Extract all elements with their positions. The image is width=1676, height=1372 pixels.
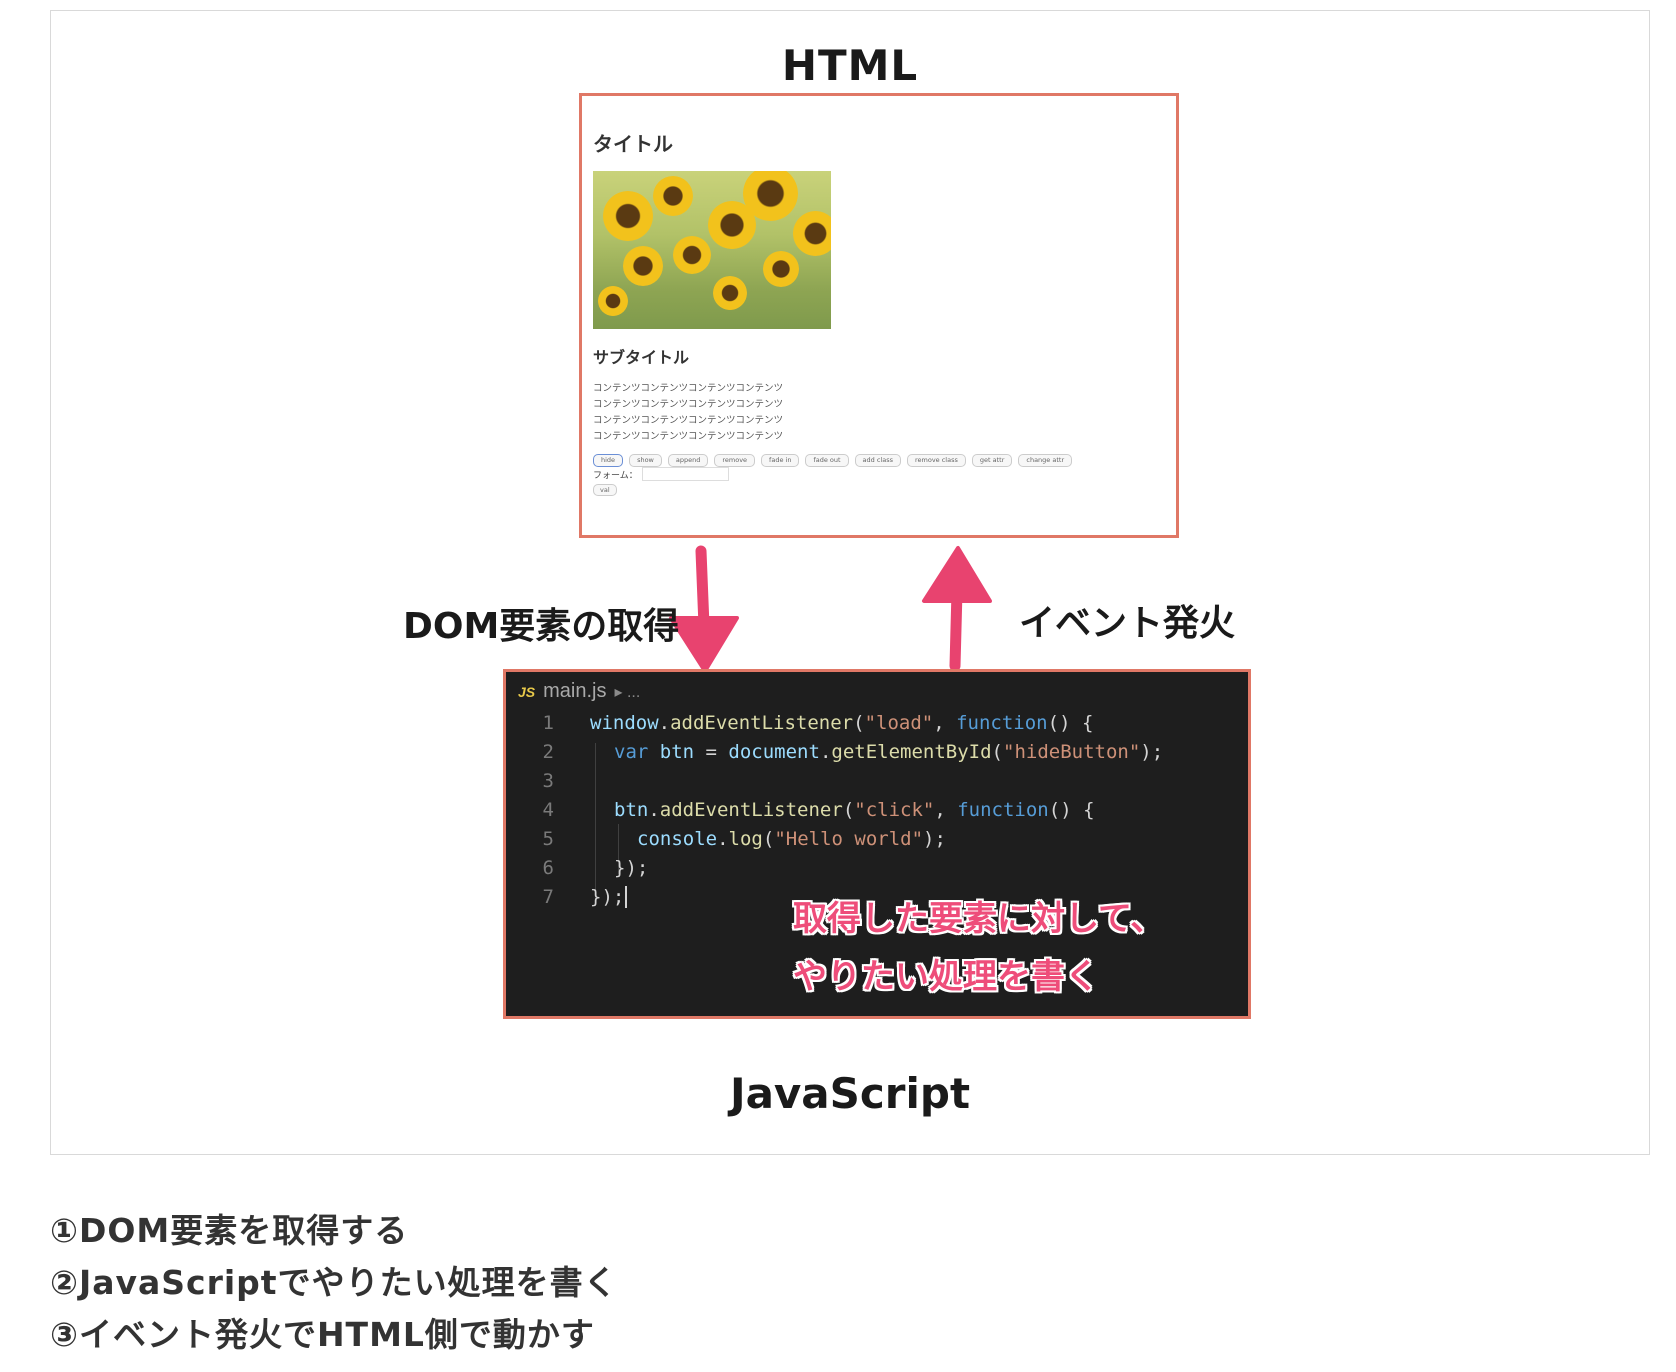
code-token: document [728, 740, 820, 763]
annotation-note: 取得した要素に対して、 やりたい処理を書く [793, 890, 1164, 1006]
preview-subtitle: サブタイトル [593, 348, 690, 367]
code-token: ( [762, 827, 775, 850]
line-number: 5 [542, 827, 554, 850]
preview-title: タイトル [593, 132, 673, 156]
content-line: コンテンツコンテンツコンテンツコンテンツ [593, 399, 784, 410]
text-cursor [625, 885, 628, 908]
code-token: window [590, 711, 659, 734]
code-token: }); [614, 856, 649, 879]
remove-class-button[interactable]: remove class [906, 454, 966, 467]
arrow-down-icon [669, 545, 739, 673]
editor-tab[interactable]: JS main.js ▸ ... [518, 680, 640, 703]
code-token: . [819, 740, 832, 763]
line-number: 7 [542, 885, 554, 908]
breadcrumb: ▸ ... [614, 683, 641, 701]
html-preview-box: タイトル サブタイトル コンテンツコンテンツコンテンツコンテンツ コンテンツコン… [579, 93, 1179, 538]
note-line: やりたい処理を書く [793, 957, 1099, 997]
code-token: addEventListener [659, 798, 843, 821]
code-token: btn [614, 798, 649, 821]
code-token: btn [659, 740, 695, 763]
remove-button[interactable]: remove [714, 454, 756, 467]
code-line: 6}); [506, 853, 649, 882]
code-token: = [694, 740, 729, 763]
code-token: () { [1048, 798, 1095, 821]
code-line: 7}); [506, 882, 628, 911]
code-token: . [717, 827, 729, 850]
val-button[interactable]: val [593, 484, 617, 496]
code-token: ( [842, 798, 855, 821]
code-token: "load" [864, 711, 934, 734]
dom-fetch-label: DOM要素の取得 [403, 606, 680, 647]
form-label: フォーム： [593, 470, 638, 481]
fade-in-button[interactable]: fade in [761, 454, 800, 467]
code-editor: JS main.js ▸ ... 1 window. addEventListene… [503, 669, 1251, 1019]
change-attr-button[interactable]: change attr [1018, 454, 1073, 467]
hide-button[interactable]: hide [593, 454, 624, 467]
file-name: main.js [543, 680, 607, 702]
arrow-up-icon [922, 546, 992, 672]
code-token: "hideButton" [1003, 740, 1141, 763]
form-input[interactable] [641, 467, 729, 481]
code-token: var [614, 740, 660, 763]
line-number: 1 [542, 711, 554, 734]
code-line: 5 console. log("Hello world"); [506, 824, 946, 853]
preview-content: コンテンツコンテンツコンテンツコンテンツ コンテンツコンテンツコンテンツコンテン… [593, 381, 783, 445]
event-fire-label: イベント発火 [1019, 603, 1236, 644]
code-token: ( [853, 711, 865, 734]
step-item: ③イベント発火でHTML側で動かす [50, 1315, 595, 1354]
code-token: , [934, 798, 958, 821]
code-line: 2 var btn = document. getElementById("hide… [506, 737, 1164, 766]
line-number: 6 [542, 856, 554, 879]
code-token: . [658, 711, 671, 734]
content-line: コンテンツコンテンツコンテンツコンテンツ [593, 383, 784, 394]
code-token: }); [590, 885, 625, 908]
code-token: ); [1140, 740, 1164, 763]
add-class-button[interactable]: add class [854, 454, 901, 467]
code-token: "click" [854, 798, 935, 821]
code-token: . [648, 798, 660, 821]
line-number: 3 [542, 769, 554, 792]
html-label: HTML [781, 41, 919, 90]
code-token: , [933, 711, 957, 734]
code-token: function [956, 711, 1048, 734]
code-token: function [957, 798, 1049, 821]
code-token: addEventListener [670, 711, 854, 734]
get-attr-button[interactable]: get attr [971, 454, 1013, 467]
code-token: console [637, 827, 718, 850]
append-button[interactable]: append [667, 454, 709, 467]
step-item: ②JavaScriptでやりたい処理を書く [50, 1263, 618, 1302]
content-line: コンテンツコンテンツコンテンツコンテンツ [593, 431, 784, 442]
sunflower-image [593, 171, 831, 329]
code-token: getElementById [831, 740, 992, 763]
preview-form: フォーム： [593, 467, 729, 481]
js-file-icon: JS [518, 683, 536, 700]
note-line: 取得した要素に対して、 [793, 899, 1165, 939]
line-number: 2 [542, 740, 554, 763]
code-line: 3 [506, 766, 590, 795]
code-token: "Hello world" [774, 827, 924, 850]
javascript-label: JavaScript [729, 1069, 971, 1118]
diagram-figure: HTML タイトル サブタイトル コンテンツコンテンツコンテンツコンテンツ コン… [50, 10, 1650, 1155]
fade-out-button[interactable]: fade out [805, 454, 849, 467]
code-token: ); [923, 827, 946, 850]
content-line: コンテンツコンテンツコンテンツコンテンツ [593, 415, 784, 426]
code-token: ( [991, 740, 1003, 763]
step-item: ①DOM要素を取得する [50, 1211, 409, 1250]
show-button[interactable]: show [629, 454, 662, 467]
code-line: 4 btn. addEventListener("click", function(… [506, 795, 1095, 824]
code-token: () { [1047, 711, 1094, 734]
steps-list: ①DOM要素を取得する ②JavaScriptでやりたい処理を書く ③イベント発… [50, 1205, 618, 1361]
line-number: 4 [542, 798, 554, 821]
code-token: log [728, 827, 763, 850]
preview-button-row: hide show append remove fade in fade out… [593, 454, 1073, 467]
code-line: 1 window. addEventListener("load", functio… [506, 708, 1094, 737]
